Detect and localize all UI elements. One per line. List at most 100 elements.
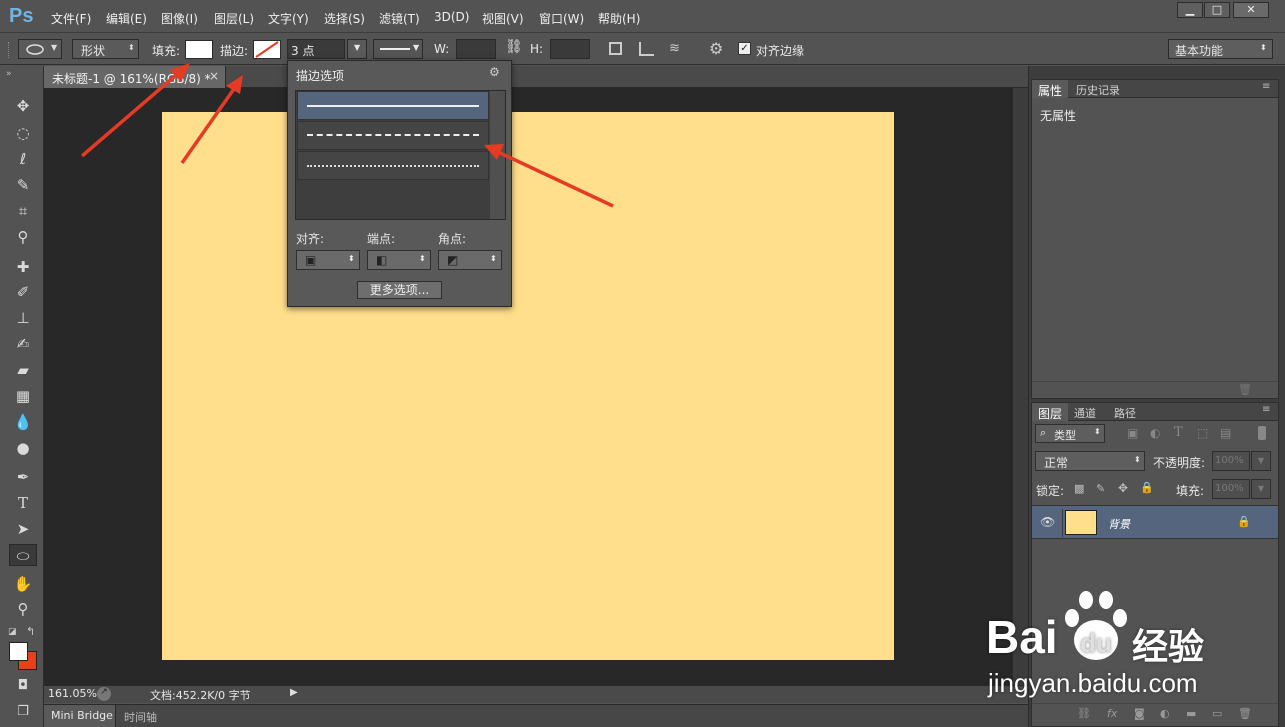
adjustment-layer-icon[interactable]: ◐ [1160,707,1170,720]
menu-select[interactable]: 选择(S) [324,10,365,27]
pen-icon[interactable]: ✒ [12,466,34,488]
brush-icon[interactable]: ✐ [12,281,34,303]
paths-tab[interactable]: 路径 [1114,405,1136,421]
new-group-icon[interactable]: ▬ [1186,707,1196,720]
vertical-scrollbar[interactable] [1012,88,1028,685]
fill-opacity-input[interactable]: 100% [1212,479,1250,499]
quick-selection-icon[interactable]: ✎ [12,174,34,196]
screen-mode-icon[interactable]: ❐ [12,701,34,723]
trash-icon[interactable]: 🗑 [1238,383,1252,396]
healing-brush-icon[interactable]: ✚ [12,256,34,278]
align-dropdown[interactable]: ▣ ⬍ [296,250,360,270]
minimize-button[interactable]: ▁ [1177,2,1203,18]
lasso-icon[interactable]: ℓ [12,148,34,170]
filter-shape-icon[interactable]: ⬚ [1197,426,1208,440]
zoom-level[interactable]: 161.05% [48,687,97,700]
menu-image[interactable]: 图像(I) [161,10,198,27]
mode-select[interactable]: 形状 ⬍ [72,39,139,59]
quick-mask-icon[interactable]: ◘ [12,675,34,697]
close-tab-icon[interactable]: × [209,69,219,83]
maximize-button[interactable]: □ [1204,2,1230,18]
layer-name[interactable]: 背景 [1108,516,1130,532]
eyedropper-icon[interactable]: ⚲ [12,226,34,248]
opacity-slider-button[interactable]: ▼ [1251,451,1271,471]
new-layer-icon[interactable]: ▭ [1212,707,1222,720]
share-icon[interactable]: ↗ [97,687,111,701]
close-window-button[interactable]: ✕ [1233,2,1269,18]
gear-icon[interactable]: ⚙ [489,65,500,79]
path-operations-icon[interactable] [609,42,622,55]
panel-menu-icon[interactable]: ≡ [1262,81,1270,92]
stroke-width-input[interactable]: 3 点 [287,39,345,59]
filter-type-icon[interactable]: T [1174,425,1183,440]
layers-tab[interactable]: 图层 [1032,403,1068,421]
timeline-tab[interactable]: 时间轴 [124,709,157,725]
layer-filter-select[interactable]: ⌕ 类型 ⬍ [1035,424,1105,443]
collapse-toolbox-icon[interactable]: » [6,69,12,79]
lock-position-icon[interactable]: ✥ [1118,481,1128,495]
visibility-eye-icon[interactable]: 👁 [1040,515,1055,529]
channels-tab[interactable]: 通道 [1074,405,1096,421]
fx-icon[interactable]: fx [1107,707,1117,720]
filter-toggle[interactable] [1258,426,1266,440]
blur-icon[interactable]: 💧 [12,411,34,433]
menu-layer[interactable]: 图层(L) [214,10,254,27]
menu-3d[interactable]: 3D(D) [434,10,469,24]
blend-mode-select[interactable]: 正常 ⬍ [1035,451,1145,471]
panel-menu-icon[interactable]: ≡ [1262,404,1270,415]
link-layers-icon[interactable]: ⛓ [1077,707,1091,720]
filter-adjustment-icon[interactable]: ◐ [1150,426,1160,440]
lock-transparent-icon[interactable]: ▩ [1074,482,1084,495]
stroke-type-dotted[interactable] [297,151,489,180]
ellipse-tool-icon[interactable]: ⬭ [9,544,37,566]
clone-stamp-icon[interactable]: ⊥ [12,307,34,329]
stroke-type-solid[interactable] [297,91,489,120]
document-canvas[interactable] [162,112,894,660]
menu-filter[interactable]: 滤镜(T) [379,10,420,27]
align-edges-checkbox[interactable]: ✓ [738,42,751,55]
eraser-icon[interactable]: ▰ [12,359,34,381]
hand-icon[interactable]: ✋ [12,573,34,595]
link-icon[interactable]: ⛓ [505,39,523,55]
path-selection-icon[interactable]: ➤ [12,518,34,540]
history-brush-icon[interactable]: ✍ [12,333,34,355]
corners-dropdown[interactable]: ◩ ⬍ [438,250,502,270]
properties-tab[interactable]: 属性 [1032,80,1068,98]
fill-slider-button[interactable]: ▼ [1251,479,1271,499]
document-tab[interactable]: 未标题-1 @ 161%(RGB/8) * × [44,66,226,88]
menu-type[interactable]: 文字(Y) [268,10,309,27]
type-tool-icon[interactable]: T [12,492,34,514]
stroke-type-dashed[interactable] [297,121,489,150]
foreground-color-swatch[interactable] [9,642,28,661]
stroke-list-scrollbar[interactable] [490,91,505,219]
mini-bridge-tab[interactable]: Mini Bridge [44,705,116,727]
stroke-width-dropdown[interactable]: ▼ [347,39,367,59]
path-alignment-icon[interactable] [639,42,654,56]
caps-dropdown[interactable]: ◧ ⬍ [367,250,431,270]
status-menu-arrow-icon[interactable]: ▶ [290,687,298,698]
lock-pixels-icon[interactable]: ✎ [1096,482,1105,495]
menu-edit[interactable]: 编辑(E) [106,10,147,27]
more-options-button[interactable]: 更多选项... [357,281,442,299]
workspace-switcher[interactable]: 基本功能 ⬍ [1168,39,1273,59]
menu-view[interactable]: 视图(V) [482,10,524,27]
history-tab[interactable]: 历史记录 [1076,82,1120,98]
gradient-icon[interactable]: ▦ [12,385,34,407]
add-mask-icon[interactable]: ◙ [1134,707,1145,720]
crop-icon[interactable]: ⌗ [12,200,34,222]
opacity-input[interactable]: 100% [1212,451,1250,471]
filter-smart-object-icon[interactable]: ▤ [1220,426,1231,440]
menu-help[interactable]: 帮助(H) [598,10,640,27]
swap-colors-icon[interactable]: ↰ [26,625,35,638]
menu-window[interactable]: 窗口(W) [539,10,584,27]
layer-row-background[interactable]: 👁 背景 🔒 [1032,505,1278,539]
stroke-swatch[interactable] [253,40,281,59]
tool-preset-picker[interactable]: ▼ [18,39,62,59]
default-colors-icon[interactable]: ◪ [8,627,17,637]
width-input[interactable] [456,39,496,59]
fill-swatch[interactable] [185,40,213,59]
path-arrangement-icon[interactable]: ≋ [669,41,685,57]
zoom-icon[interactable]: ⚲ [12,598,34,620]
menu-file[interactable]: 文件(F) [51,10,91,27]
move-tool-icon[interactable]: ✥ [12,95,34,117]
